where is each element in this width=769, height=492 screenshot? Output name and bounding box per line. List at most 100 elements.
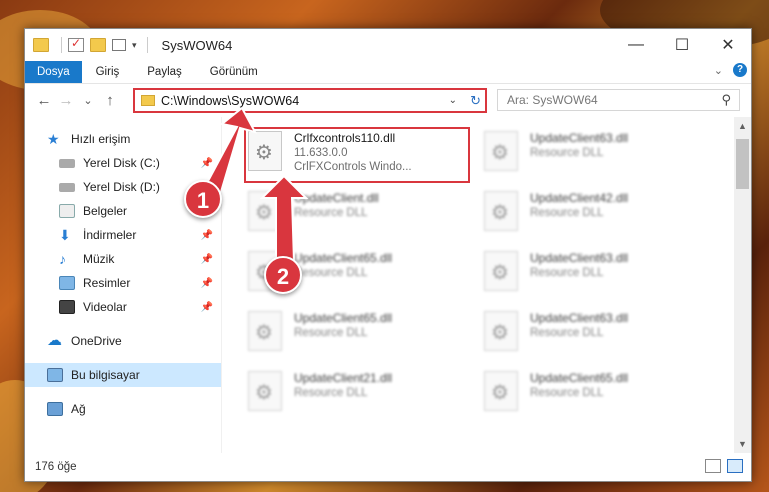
dll-file-icon [484, 131, 518, 171]
help-icon[interactable]: ? [733, 63, 747, 77]
file-type: Resource DLL [530, 207, 604, 219]
minimize-button[interactable]: — [613, 29, 659, 61]
drive-icon [59, 182, 75, 192]
star-icon: ★ [47, 131, 60, 147]
sidebar-item-network[interactable]: Ağ [25, 397, 221, 421]
properties-icon[interactable] [68, 36, 84, 52]
file-name: UpdateClient63.dll [530, 251, 629, 265]
up-button[interactable]: ↑ [99, 92, 121, 109]
forward-button[interactable]: → [55, 92, 77, 109]
separator [61, 37, 62, 53]
file-item[interactable]: UpdateClient65.dll Resource DLL [248, 307, 472, 367]
sidebar-item-label: Bu bilgisayar [71, 368, 140, 382]
pin-icon[interactable]: 📌 [201, 158, 213, 169]
address-bar[interactable]: C:\Windows\SysWOW64 ⌄ ↻ [133, 88, 487, 113]
navigation-bar: ← → ⌄ ↑ C:\Windows\SysWOW64 ⌄ ↻ Ara: Sys… [25, 83, 751, 117]
file-list: Crlfxcontrols110.dll 11.633.0.0 CrlFXCon… [221, 117, 751, 453]
file-name: UpdateClient65.dll [294, 311, 393, 325]
sidebar-item-downloads[interactable]: ⬇ İndirmeler 📌 [25, 223, 221, 247]
vertical-scrollbar[interactable]: ▲ ▼ [734, 117, 751, 453]
pin-icon[interactable]: 📌 [201, 230, 213, 241]
file-item[interactable]: UpdateClient63.dll Resource DLL [484, 127, 708, 187]
ribbon-tabs: Dosya Giriş Paylaş Görünüm ⌄ ? [25, 61, 751, 83]
new-folder-icon[interactable] [90, 38, 106, 52]
pin-icon[interactable]: 📌 [201, 254, 213, 265]
sidebar-item-label: Yerel Disk (D:) [83, 180, 160, 194]
computer-icon [47, 368, 63, 382]
large-icons-view-icon[interactable] [727, 459, 743, 473]
sidebar-item-label: Ağ [71, 402, 86, 416]
dll-file-icon [248, 371, 282, 411]
videos-icon [59, 300, 75, 314]
tab-share[interactable]: Paylaş [133, 61, 196, 83]
content-area: ★ Hızlı erişim Yerel Disk (C:) 📌 Yerel D… [25, 117, 751, 453]
close-button[interactable]: ✕ [705, 29, 751, 61]
file-type: Resource DLL [530, 267, 604, 279]
explorer-window: ▾ SysWOW64 — ☐ ✕ Dosya Giriş Paylaş Görü… [24, 28, 752, 482]
scroll-down-icon[interactable]: ▼ [734, 439, 751, 449]
folder-icon [33, 38, 49, 52]
sidebar-item-quick-access[interactable]: ★ Hızlı erişim [25, 127, 221, 151]
downloads-icon: ⬇ [59, 227, 71, 243]
title-bar: ▾ SysWOW64 — ☐ ✕ [25, 29, 751, 61]
tab-view[interactable]: Görünüm [196, 61, 272, 83]
pin-icon[interactable]: 📌 [201, 302, 213, 313]
details-view-icon[interactable] [705, 459, 721, 473]
file-item[interactable]: UpdateClient21.dll Resource DLL [248, 367, 472, 427]
search-input[interactable]: Ara: SysWOW64 ⚲ [497, 89, 740, 111]
dll-file-icon [248, 311, 282, 351]
dll-file-icon [248, 191, 282, 231]
back-button[interactable]: ← [33, 92, 55, 109]
separator [146, 37, 148, 53]
sidebar-item-pictures[interactable]: Resimler 📌 [25, 271, 221, 295]
sidebar-item-disk-c[interactable]: Yerel Disk (C:) 📌 [25, 151, 221, 175]
pin-icon[interactable]: 📌 [201, 278, 213, 289]
maximize-button[interactable]: ☐ [659, 29, 705, 61]
sidebar-item-label: Belgeler [83, 204, 128, 218]
file-type: Resource DLL [530, 147, 604, 159]
sidebar-item-label: OneDrive [71, 334, 122, 348]
file-item[interactable]: UpdateClient63.dll Resource DLL [484, 307, 708, 367]
chevron-down-icon[interactable]: ⌄ [449, 95, 457, 106]
file-type: Resource DLL [294, 327, 368, 339]
chevron-down-icon[interactable]: ⌄ [714, 64, 723, 77]
file-item[interactable]: UpdateClient.dll Resource DLL [248, 187, 472, 247]
search-placeholder: Ara: SysWOW64 [507, 93, 598, 107]
dll-file-icon [484, 311, 518, 351]
sidebar-item-label: Hızlı erişim [71, 132, 131, 146]
pictures-icon [59, 276, 75, 290]
window-title: SysWOW64 [161, 37, 233, 53]
scroll-up-icon[interactable]: ▲ [734, 121, 751, 131]
file-name: UpdateClient65.dll [294, 251, 393, 265]
address-path[interactable]: C:\Windows\SysWOW64 [161, 94, 299, 108]
sidebar-item-label: Resimler [83, 276, 131, 290]
sidebar-item-onedrive[interactable]: ☁ OneDrive [25, 329, 221, 353]
tab-home[interactable]: Giriş [82, 61, 134, 83]
ribbon-right-controls: ⌄ ? [714, 63, 747, 77]
file-name: UpdateClient65.dll [530, 371, 629, 385]
file-name: UpdateClient42.dll [530, 191, 629, 205]
sidebar-item-videos[interactable]: Videolar 📌 [25, 295, 221, 319]
documents-icon [59, 204, 75, 218]
tab-file[interactable]: Dosya [25, 61, 82, 83]
quick-access-dropdown-icon[interactable]: ▾ [132, 40, 137, 51]
sidebar-item-label: Videolar [83, 300, 127, 314]
file-name: UpdateClient63.dll [530, 131, 629, 145]
recent-locations-button[interactable]: ⌄ [77, 94, 99, 107]
refresh-icon[interactable]: ↻ [470, 93, 481, 109]
network-icon [47, 402, 63, 416]
scrollbar-thumb[interactable] [736, 139, 749, 189]
sidebar-item-this-pc[interactable]: Bu bilgisayar [25, 363, 221, 387]
drive-icon [59, 158, 75, 168]
file-item[interactable]: UpdateClient42.dll Resource DLL [484, 187, 708, 247]
sidebar-item-music[interactable]: ♪ Müzik 📌 [25, 247, 221, 271]
highlight-box-file [244, 127, 470, 183]
file-item[interactable]: UpdateClient63.dll Resource DLL [484, 247, 708, 307]
search-icon[interactable]: ⚲ [721, 92, 731, 108]
music-icon: ♪ [59, 251, 66, 267]
step-badge-1: 1 [184, 180, 222, 218]
file-type: Resource DLL [294, 207, 368, 219]
customize-quick-access-icon[interactable] [112, 39, 126, 51]
file-item[interactable]: UpdateClient65.dll Resource DLL [484, 367, 708, 427]
dll-file-icon [484, 191, 518, 231]
